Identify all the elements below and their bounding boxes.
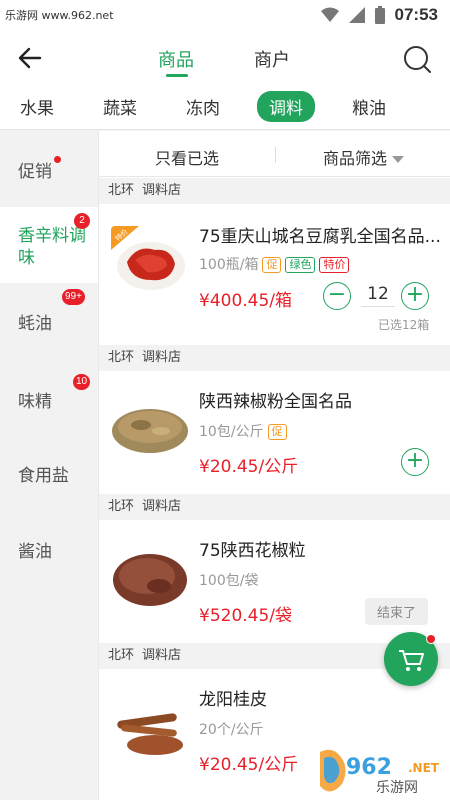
list-item[interactable]: 特价 75重庆山城名豆腐乳全国名品... 100瓶/箱促绿色 特价 ¥400.45… [99,204,450,344]
sidebar-item-msg[interactable]: 味精 10 [0,374,98,427]
sidebar-item-label: 促销 [18,162,52,182]
category-seasoning[interactable]: 调料 [257,91,315,122]
shop-bar: 北环 调料店 [99,345,450,371]
product-unit-row: 10包/公斤促 [199,421,287,441]
shop-area: 北环 [108,183,135,198]
decrement-button[interactable]: − [323,282,351,310]
product-name: 75陕西花椒粒 [199,541,306,561]
tab-merchants[interactable]: 商户 [254,46,290,72]
sidebar-item-label: 蚝油 [18,314,52,334]
category-tabs: 水果 蔬菜 冻肉 调料 粮油 [0,84,450,130]
filter-bar: 只看已选 商品筛选 [99,131,450,177]
shop-area: 北环 [108,350,135,365]
product-image-tofu: 特价 [111,226,189,296]
category-grain-oil[interactable]: 粮油 [352,94,386,119]
increment-button[interactable]: + [401,282,429,310]
list-item[interactable]: 陕西辣椒粉全国名品 10包/公斤促 ¥20.45/公斤 + [99,371,450,493]
shop-name: 调料店 [142,648,182,663]
shop-name: 调料店 [142,183,182,198]
promo-tag: 促 [267,424,287,440]
count-badge: 10 [73,374,91,390]
watermark-net: .NET [408,761,440,775]
product-image-peppercorn [111,542,189,612]
only-selected-toggle[interactable]: 只看已选 [155,145,219,169]
sidebar: 促销 香辛料调味 2 蚝油 99+ 味精 10 食用盐 酱油 [0,131,98,800]
sidebar-item-label: 酱油 [18,542,52,562]
product-image-chili-powder [111,391,189,461]
green-tag: 绿色 [285,257,316,273]
shop-bar: 北环 调料店 [99,178,450,204]
product-filter-dropdown[interactable]: 商品筛选 [323,145,405,169]
shop-area: 北环 [108,499,135,514]
tab-products[interactable]: 商品 [158,46,194,72]
signal-icon [348,7,365,23]
count-badge: 2 [74,213,90,229]
category-vegetable[interactable]: 蔬菜 [103,94,137,119]
status-time: 07:53 [394,5,438,24]
sidebar-item-label: 食用盐 [18,466,69,486]
product-unit: 100瓶/箱 [199,257,259,273]
category-fruit[interactable]: 水果 [20,94,54,119]
product-unit-row: 100瓶/箱促绿色 特价 [199,254,350,274]
special-price-tag: 特价 [319,257,350,273]
new-dot-badge [54,156,61,163]
sidebar-item-label: 味精 [18,392,52,412]
wifi-icon [320,7,339,22]
product-name: 陕西辣椒粉全国名品 [199,392,352,412]
shop-name: 调料店 [142,350,182,365]
filter-label: 商品筛选 [323,149,388,168]
sidebar-item-soy-sauce[interactable]: 酱油 [0,537,98,577]
sidebar-item-salt[interactable]: 食用盐 [0,461,98,501]
shop-area: 北环 [108,648,135,663]
add-to-cart-button[interactable]: + [401,448,429,476]
ended-button[interactable]: 结束了 [365,598,429,625]
sidebar-item-promotion[interactable]: 促销 [0,156,98,197]
product-price: ¥400.45/箱 [199,291,293,311]
caret-down-icon [392,156,405,163]
cart-dot-badge [426,634,436,644]
sidebar-item-oyster-sauce[interactable]: 蚝油 99+ [0,289,98,349]
active-tab-indicator [166,74,188,77]
status-site-text: 乐游网 www.962.net [5,9,114,22]
category-frozen-meat[interactable]: 冻肉 [186,94,220,119]
selected-count-note: 已选12箱 [378,318,430,332]
search-icon[interactable] [402,44,432,74]
cart-button[interactable] [384,632,438,686]
promo-tag: 促 [262,257,282,273]
sidebar-item-spices[interactable]: 香辛料调味 2 [0,207,98,283]
divider [275,147,276,163]
status-bar: 乐游网 www.962.net 07:53 [0,0,450,32]
quantity-value[interactable]: 12 [361,284,395,307]
product-image-cinnamon [111,695,189,765]
product-list: 只看已选 商品筛选 北环 调料店 特价 75重庆山城名豆腐乳全国名品... 100… [98,131,450,800]
watermark-cn: 乐游网 [376,780,418,796]
product-price: ¥520.45/袋 [199,606,293,626]
product-unit: 20个/公斤 [199,722,264,738]
app-header: 商品 商户 [0,32,450,84]
site-watermark-logo: 962 .NET 乐游网 [320,749,440,796]
shop-bar: 北环 调料店 [99,494,450,520]
count-badge: 99+ [62,289,85,305]
product-name: 75重庆山城名豆腐乳全国名品... [199,227,441,247]
list-item[interactable]: 75陕西花椒粒 100包/袋 ¥520.45/袋 结束了 [99,520,450,642]
sidebar-item-label: 香辛料调味 [18,226,86,268]
product-price: ¥20.45/公斤 [199,457,299,477]
product-price: ¥20.45/公斤 [199,755,299,775]
back-arrow-icon[interactable] [16,44,44,72]
shop-name: 调料店 [142,499,182,514]
product-unit: 100包/袋 [199,573,259,589]
watermark-number: 962 [346,755,392,780]
battery-icon [374,6,385,24]
product-name: 龙阳桂皮 [199,690,267,710]
product-unit: 10包/公斤 [199,424,264,440]
